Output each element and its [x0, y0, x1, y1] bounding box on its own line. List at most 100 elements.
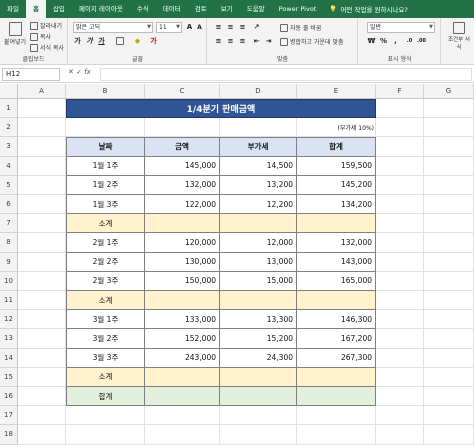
table-cell[interactable]: 120,000: [145, 233, 220, 253]
row-header-4[interactable]: 4: [0, 156, 18, 176]
row-label[interactable]: 3월 3주: [66, 348, 145, 368]
row-label[interactable]: 2월 3주: [66, 271, 145, 291]
table-cell[interactable]: [145, 291, 220, 311]
align-top-button[interactable]: ≡: [214, 23, 223, 32]
column-header-G[interactable]: G: [424, 84, 474, 99]
enter-icon[interactable]: ✓: [76, 68, 82, 76]
column-header-C[interactable]: C: [145, 84, 220, 99]
table-cell[interactable]: 132,000: [145, 175, 220, 195]
tab-3[interactable]: 페이지 레이아웃: [72, 0, 130, 18]
row-label[interactable]: 2월 1주: [66, 233, 145, 253]
table-cell[interactable]: 13,000: [220, 252, 297, 272]
table-cell[interactable]: 152,000: [145, 329, 220, 349]
tab-9[interactable]: Power Pivot: [272, 0, 324, 18]
table-cell[interactable]: [145, 214, 220, 234]
row-header-6[interactable]: 6: [0, 195, 18, 215]
row-header-8[interactable]: 8: [0, 233, 18, 253]
align-right-button[interactable]: ≡: [238, 37, 247, 46]
number-format-select[interactable]: 일반 ▼: [367, 22, 435, 33]
table-cell[interactable]: 159,500: [297, 156, 376, 176]
orientation-button[interactable]: ↗: [252, 23, 261, 32]
table-cell[interactable]: [220, 291, 297, 311]
align-middle-button[interactable]: ≡: [226, 23, 235, 32]
formula-input[interactable]: [100, 68, 472, 81]
paste-button[interactable]: 붙여넣기: [4, 22, 26, 46]
column-header-A[interactable]: A: [18, 84, 66, 99]
row-label[interactable]: 1월 1주: [66, 156, 145, 176]
table-header[interactable]: 합계: [297, 137, 376, 157]
table-cell[interactable]: 143,000: [297, 252, 376, 272]
table-cell[interactable]: [220, 367, 297, 387]
table-cell[interactable]: 150,000: [145, 271, 220, 291]
table-cell[interactable]: 12,200: [220, 195, 297, 215]
unit-note[interactable]: (부가세 10%): [66, 118, 376, 137]
row-label[interactable]: 합계: [66, 387, 145, 407]
decrease-decimal-button[interactable]: .00: [417, 37, 426, 46]
decrease-indent-button[interactable]: ⇤: [252, 37, 261, 46]
select-all-corner[interactable]: [0, 84, 18, 99]
conditional-format-button[interactable]: 조건부 서식: [446, 22, 472, 51]
tab-8[interactable]: 도움말: [240, 0, 272, 18]
table-cell[interactable]: 132,000: [297, 233, 376, 253]
font-name-select[interactable]: 맑은 고딕 ▼: [73, 22, 153, 33]
cut-button[interactable]: 잘라내기: [30, 21, 62, 30]
align-bottom-button[interactable]: ≡: [238, 23, 247, 32]
table-cell[interactable]: 145,000: [145, 156, 220, 176]
table-header[interactable]: 금액: [145, 137, 220, 157]
table-cell[interactable]: 165,000: [297, 271, 376, 291]
cancel-icon[interactable]: ✕: [68, 68, 74, 76]
row-label[interactable]: 1월 2주: [66, 175, 145, 195]
grow-font-button[interactable]: A: [185, 23, 194, 32]
row-header-15[interactable]: 15: [0, 367, 18, 387]
row-header-12[interactable]: 12: [0, 310, 18, 330]
column-header-B[interactable]: B: [66, 84, 145, 99]
row-header-2[interactable]: 2: [0, 118, 18, 138]
table-cell[interactable]: 13,200: [220, 175, 297, 195]
table-cell[interactable]: [145, 367, 220, 387]
column-header-E[interactable]: E: [297, 84, 376, 99]
table-cell[interactable]: [297, 214, 376, 234]
tell-me-search[interactable]: 💡 어떤 작업을 원하시나요?: [329, 4, 407, 14]
align-center-button[interactable]: ≡: [226, 37, 235, 46]
currency-button[interactable]: ₩: [367, 37, 376, 46]
table-cell[interactable]: [220, 214, 297, 234]
row-header-17[interactable]: 17: [0, 406, 18, 426]
row-header-16[interactable]: 16: [0, 387, 18, 407]
align-left-button[interactable]: ≡: [214, 37, 223, 46]
tab-5[interactable]: 데이터: [156, 0, 188, 18]
borders-button[interactable]: [115, 37, 124, 46]
table-cell[interactable]: 14,500: [220, 156, 297, 176]
format-painter-button[interactable]: 서식 복사: [30, 43, 64, 52]
row-header-5[interactable]: 5: [0, 175, 18, 195]
copy-button[interactable]: 복사: [30, 32, 51, 41]
row-header-10[interactable]: 10: [0, 271, 18, 291]
table-cell[interactable]: 267,300: [297, 348, 376, 368]
row-label[interactable]: 1월 3주: [66, 195, 145, 215]
column-header-F[interactable]: F: [376, 84, 424, 99]
font-size-select[interactable]: 11 ▼: [156, 22, 182, 33]
table-cell[interactable]: 13,300: [220, 310, 297, 330]
table-cell[interactable]: 146,300: [297, 310, 376, 330]
row-label[interactable]: 3월 1주: [66, 310, 145, 330]
wrap-text-button[interactable]: 자동 줄 바꿈: [280, 23, 321, 32]
row-header-3[interactable]: 3: [0, 137, 18, 157]
table-header[interactable]: 날짜: [66, 137, 145, 157]
row-label[interactable]: 소계: [66, 291, 145, 311]
tab-0[interactable]: 파일: [0, 0, 26, 18]
table-header[interactable]: 부가세: [220, 137, 297, 157]
comma-button[interactable]: ,: [391, 37, 400, 46]
tab-1[interactable]: 홈: [25, 0, 46, 18]
row-header-9[interactable]: 9: [0, 252, 18, 272]
table-cell[interactable]: [297, 367, 376, 387]
table-cell[interactable]: 15,200: [220, 329, 297, 349]
table-cell[interactable]: [297, 387, 376, 407]
row-label[interactable]: 2월 2주: [66, 252, 145, 272]
table-cell[interactable]: 145,200: [297, 175, 376, 195]
column-header-D[interactable]: D: [220, 84, 297, 99]
merge-center-button[interactable]: 병합하고 가운데 맞춤: [280, 37, 344, 46]
row-header-14[interactable]: 14: [0, 348, 18, 368]
row-header-11[interactable]: 11: [0, 291, 18, 311]
table-cell[interactable]: 12,000: [220, 233, 297, 253]
row-label[interactable]: 소계: [66, 367, 145, 387]
tab-2[interactable]: 삽입: [46, 0, 72, 18]
